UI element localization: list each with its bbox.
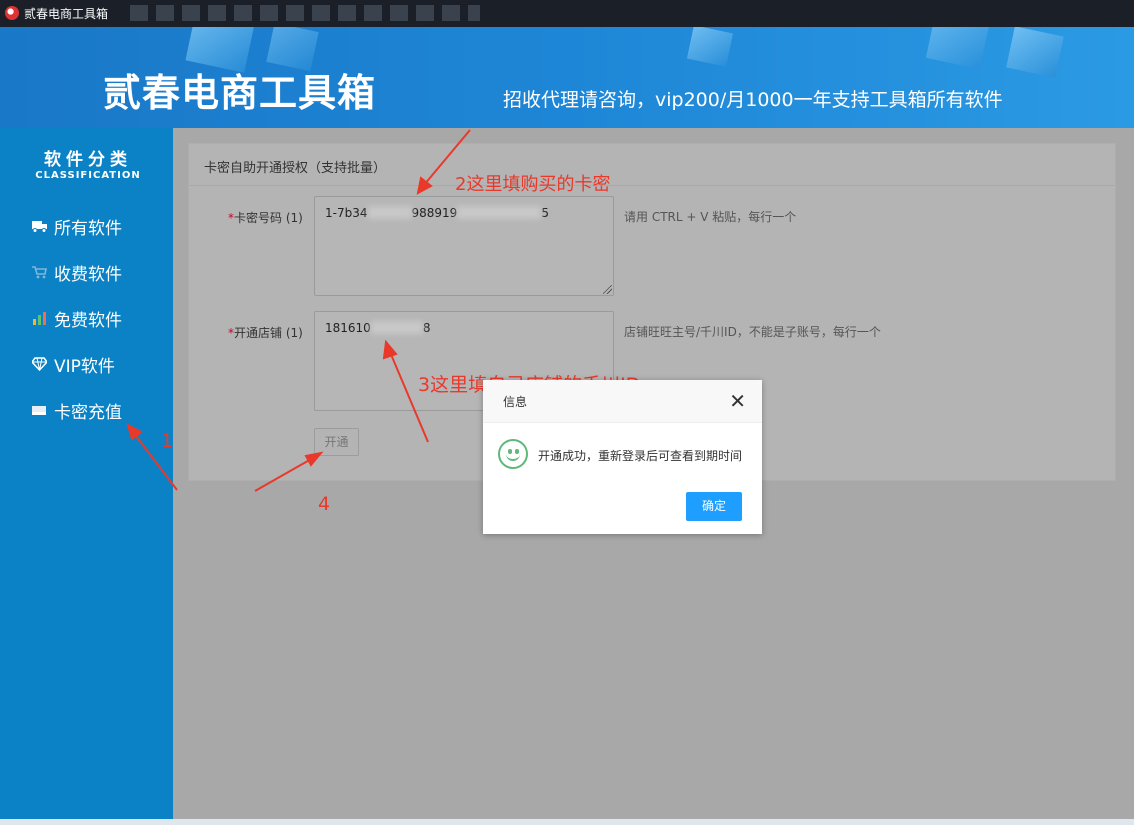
dialog-message: 开通成功，重新登录后可查看到期时间 [538,449,743,463]
annotation-step1: 1 [161,430,174,452]
confirm-button[interactable]: 确定 [686,492,742,521]
dialog-header: 信息 ✕ [483,380,762,423]
annotation-step2: 2这里填购买的卡密 [455,174,611,195]
close-icon[interactable]: ✕ [729,391,746,411]
arrow-4 [254,457,314,492]
arrow-1-head [126,422,143,441]
arrow-3-head [382,339,398,360]
smile-icon [498,439,528,469]
window-bottom-edge [0,819,1134,825]
annotation-step4: 4 [318,493,331,515]
info-dialog: 信息 ✕ 开通成功，重新登录后可查看到期时间 确定 [483,380,762,534]
dialog-title: 信息 [503,395,528,409]
arrow-4-head [304,451,324,467]
arrow-3 [389,351,429,443]
